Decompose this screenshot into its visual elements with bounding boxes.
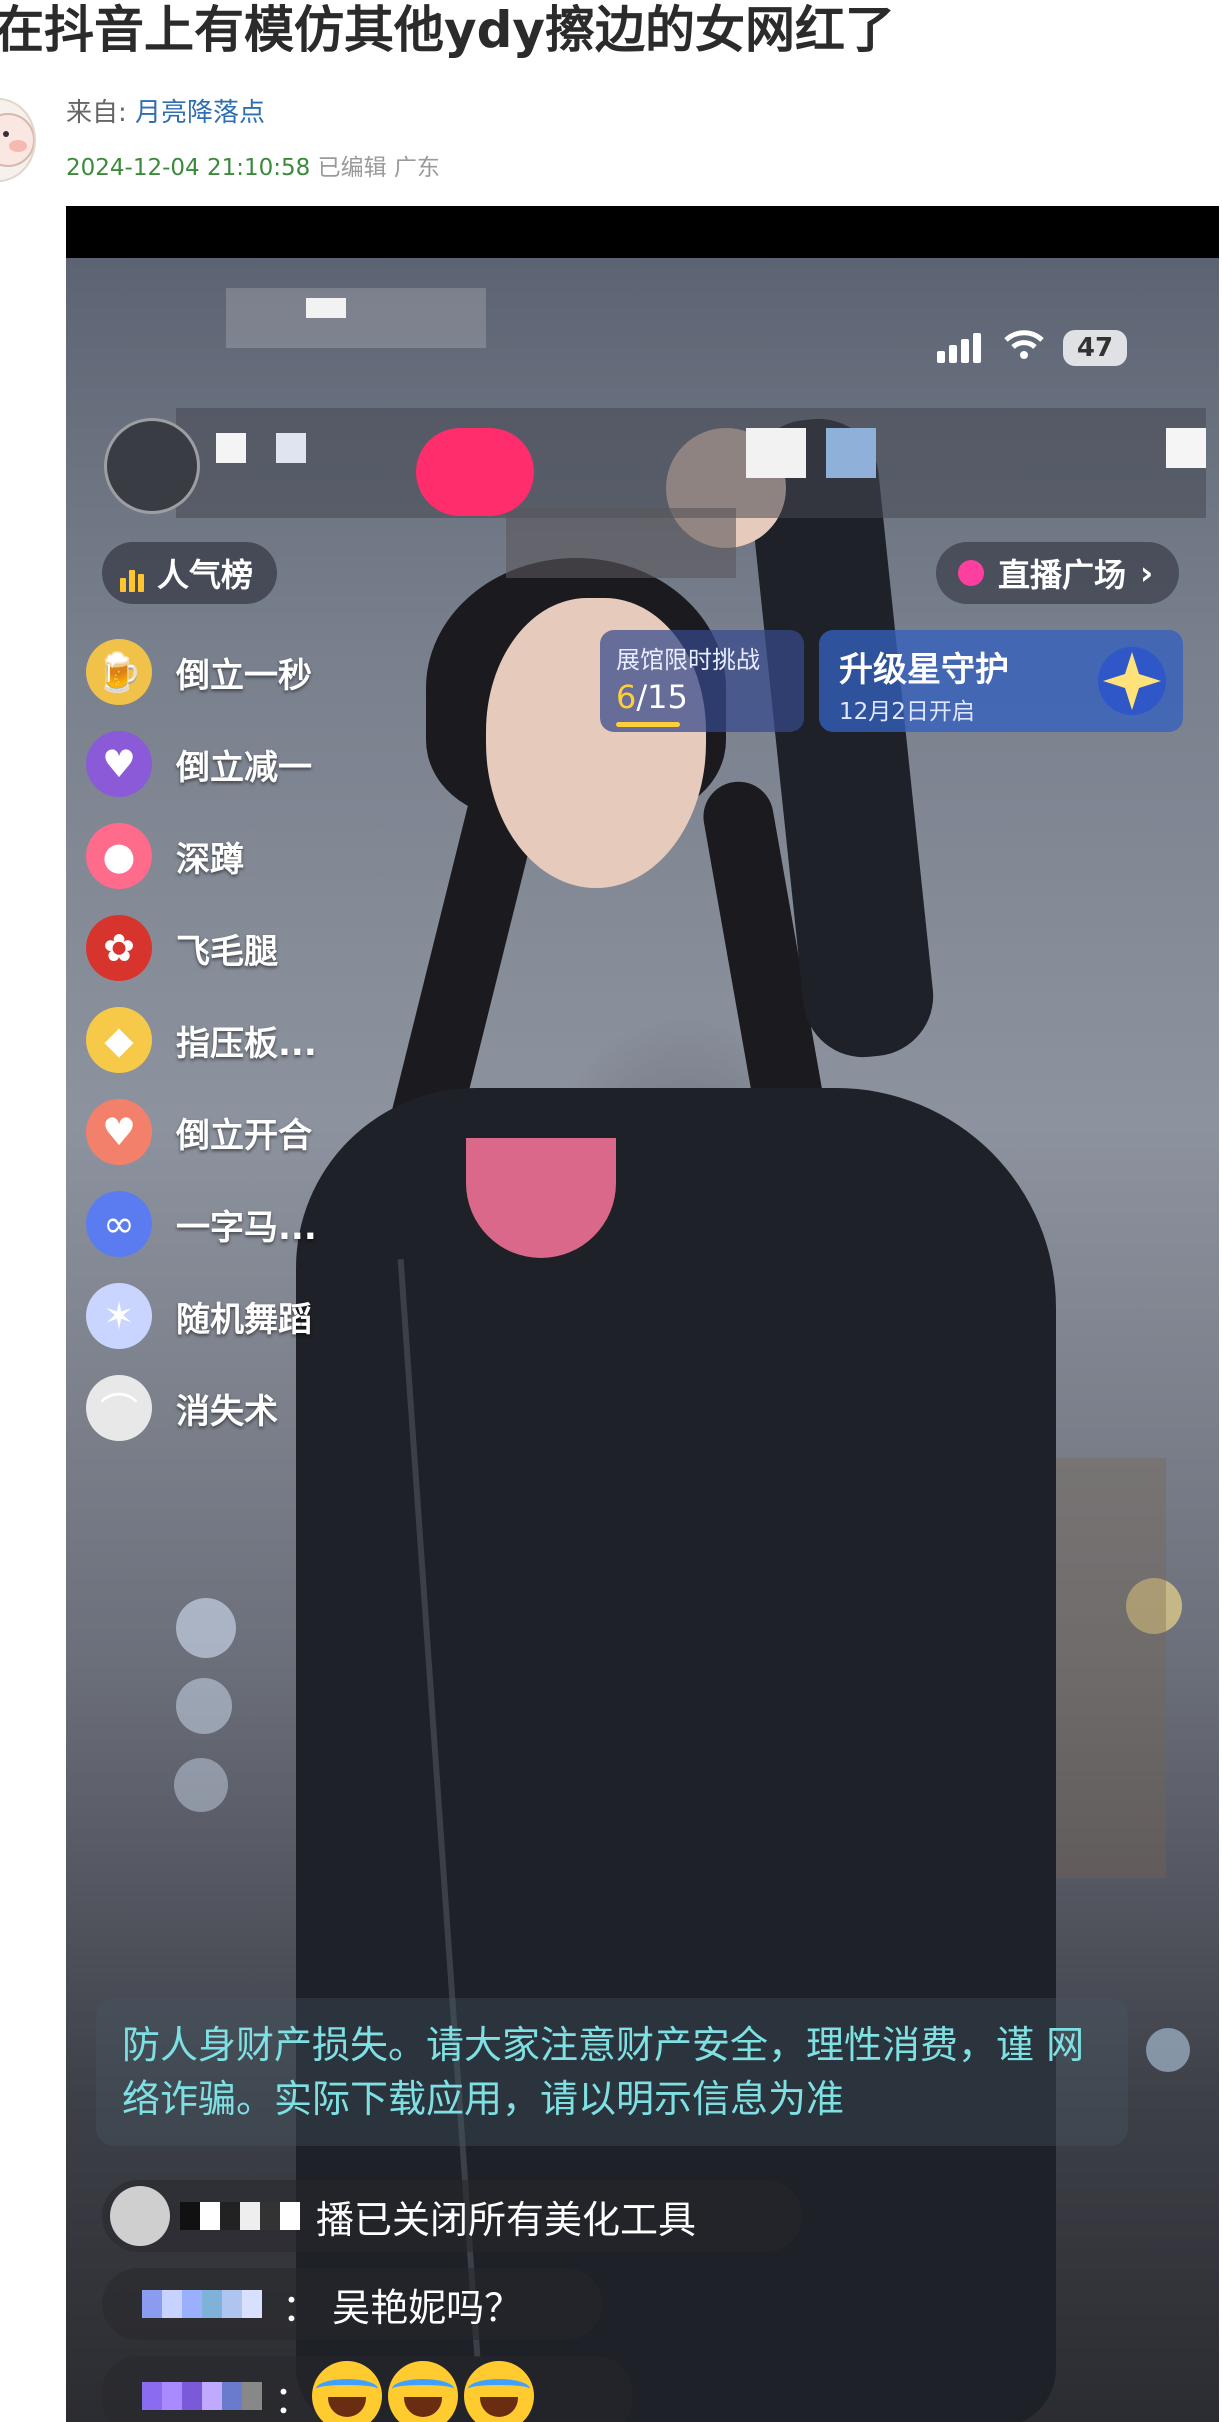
live-plaza-button[interactable]: 直播广场 › — [936, 542, 1180, 604]
mosaic-strip — [176, 408, 1206, 518]
bokeh-light — [176, 1598, 236, 1658]
gift-item[interactable]: ◆ 指压板... — [86, 1000, 317, 1080]
challenge-card[interactable]: 展馆限时挑战 6/15 — [600, 630, 804, 732]
gift-item[interactable]: ∞ 一字马... — [86, 1184, 317, 1264]
mosaic-block — [306, 298, 346, 318]
comment-row: ： — [102, 2356, 632, 2422]
comment-row: 播已关闭所有美化工具 — [102, 2180, 802, 2252]
status-bar: 47 — [937, 328, 1127, 367]
gift-item[interactable]: ⌒ 消失术 — [86, 1368, 278, 1448]
comment-row: ： 吴艳妮吗？ — [102, 2268, 602, 2340]
post-meta: 2024-12-04 21:10:58 已编辑 广东 — [66, 148, 440, 182]
post-source: 来自: 月亮降落点 — [66, 92, 265, 129]
comment-text: 播已关闭所有美化工具 — [316, 2197, 697, 2242]
challenge-title: 展馆限时挑战 — [616, 646, 760, 674]
piglet-avatar-icon — [0, 113, 34, 167]
mosaic-block — [226, 288, 486, 348]
popularity-label: 人气榜 — [157, 556, 254, 594]
bokeh-light — [174, 1758, 228, 1812]
laughing-crying-emoji-icon — [312, 2361, 383, 2422]
author-link[interactable]: 月亮降落点 — [135, 98, 265, 128]
mosaic-block — [1166, 428, 1206, 468]
mosaic-block — [216, 433, 246, 463]
purple-heart-badge-icon: ♥ — [86, 731, 152, 797]
post-title: 在抖音上有模仿其他ydy擦边的女网红了 — [0, 1, 895, 59]
beer-mug-icon: 🍺 — [86, 639, 152, 705]
livestream-scene: 47 人气榜 直播广场 › 展馆限时挑战 6/15 升级星守护 12月2日开启 — [66, 258, 1219, 2422]
lollipop-icon: ● — [86, 823, 152, 889]
mosaic-username — [142, 2290, 262, 2318]
gift-item[interactable]: 🍺 倒立一秒 — [86, 632, 312, 712]
bokeh-light — [1146, 2028, 1190, 2072]
rose-bouquet-icon: ✿ — [86, 915, 152, 981]
plaza-label: 直播广场 — [998, 556, 1127, 594]
cellular-signal-icon — [937, 332, 985, 363]
bokeh-light — [176, 1678, 232, 1734]
mosaic-username — [142, 2382, 262, 2410]
follow-button[interactable] — [416, 428, 534, 516]
host-avatar[interactable] — [104, 418, 200, 514]
gift-label: 深蹲 — [176, 839, 244, 880]
battery-indicator: 47 — [1063, 329, 1127, 366]
mosaic-strip — [506, 508, 736, 578]
challenge-progress: 6/15 — [616, 678, 688, 716]
author-avatar[interactable] — [0, 98, 36, 182]
plaza-dot-icon — [958, 560, 984, 586]
mosaic-block — [746, 428, 806, 478]
gift-item[interactable]: ✿ 飞毛腿 — [86, 908, 278, 988]
gift-label: 一字马... — [176, 1207, 317, 1248]
sparkle-icon: ✶ — [86, 1283, 152, 1349]
livestream-screenshot[interactable]: 47 人气榜 直播广场 › 展馆限时挑战 6/15 升级星守护 12月2日开启 — [66, 206, 1219, 2422]
safety-notice: 防人身财产损失。请大家注意财产安全，理性消费，谨 网络诈骗。实际下载应用，请以明… — [96, 1998, 1128, 2146]
post-datetime: 2024-12-04 21:10:58 — [66, 155, 311, 181]
commenter-avatar — [110, 2186, 170, 2246]
gift-label: 随机舞蹈 — [176, 1299, 312, 1340]
guard-title: 升级星守护 — [839, 650, 1009, 690]
peach-icon: ♥ — [86, 1099, 152, 1165]
gift-label: 倒立开合 — [176, 1115, 312, 1156]
laughing-crying-emoji-icon — [388, 2361, 459, 2422]
location-label: 广东 — [393, 155, 440, 181]
wifi-icon — [1003, 328, 1045, 367]
gift-label: 飞毛腿 — [176, 931, 278, 972]
edited-label: 已编辑 — [317, 155, 387, 181]
gift-item[interactable]: ♥ 倒立减一 — [86, 724, 312, 804]
rank-bars-icon — [120, 554, 147, 592]
gift-label: 倒立减一 — [176, 747, 312, 788]
gift-item[interactable]: ✶ 随机舞蹈 — [86, 1276, 312, 1356]
star-guard-card[interactable]: 升级星守护 12月2日开启 — [819, 630, 1183, 732]
popularity-rank-button[interactable]: 人气榜 — [102, 542, 278, 604]
mosaic-username — [180, 2202, 300, 2230]
gift-item[interactable]: ♥ 倒立开合 — [86, 1092, 312, 1172]
mosaic-block — [276, 433, 306, 463]
gift-label: 倒立一秒 — [176, 655, 312, 696]
mosaic-block — [826, 428, 876, 478]
laughing-crying-emoji-icon — [464, 2361, 535, 2422]
magic-hat-icon: ⌒ — [86, 1375, 152, 1441]
challenge-progress-bar — [616, 722, 680, 727]
gift-item[interactable]: ● 深蹲 — [86, 816, 244, 896]
comment-text: ： 吴艳妮吗？ — [282, 2285, 523, 2330]
chevron-right-icon: › — [1140, 554, 1154, 592]
duck-icon: ◆ — [86, 1007, 152, 1073]
guard-subtitle: 12月2日开启 — [839, 699, 975, 725]
from-label: 来自: — [66, 98, 136, 128]
gift-label: 消失术 — [176, 1391, 278, 1432]
gift-label: 指压板... — [176, 1023, 317, 1064]
sparkle-star-icon — [1098, 647, 1166, 715]
comment-text: ： — [274, 2377, 313, 2422]
sunglasses-icon: ∞ — [86, 1191, 152, 1257]
